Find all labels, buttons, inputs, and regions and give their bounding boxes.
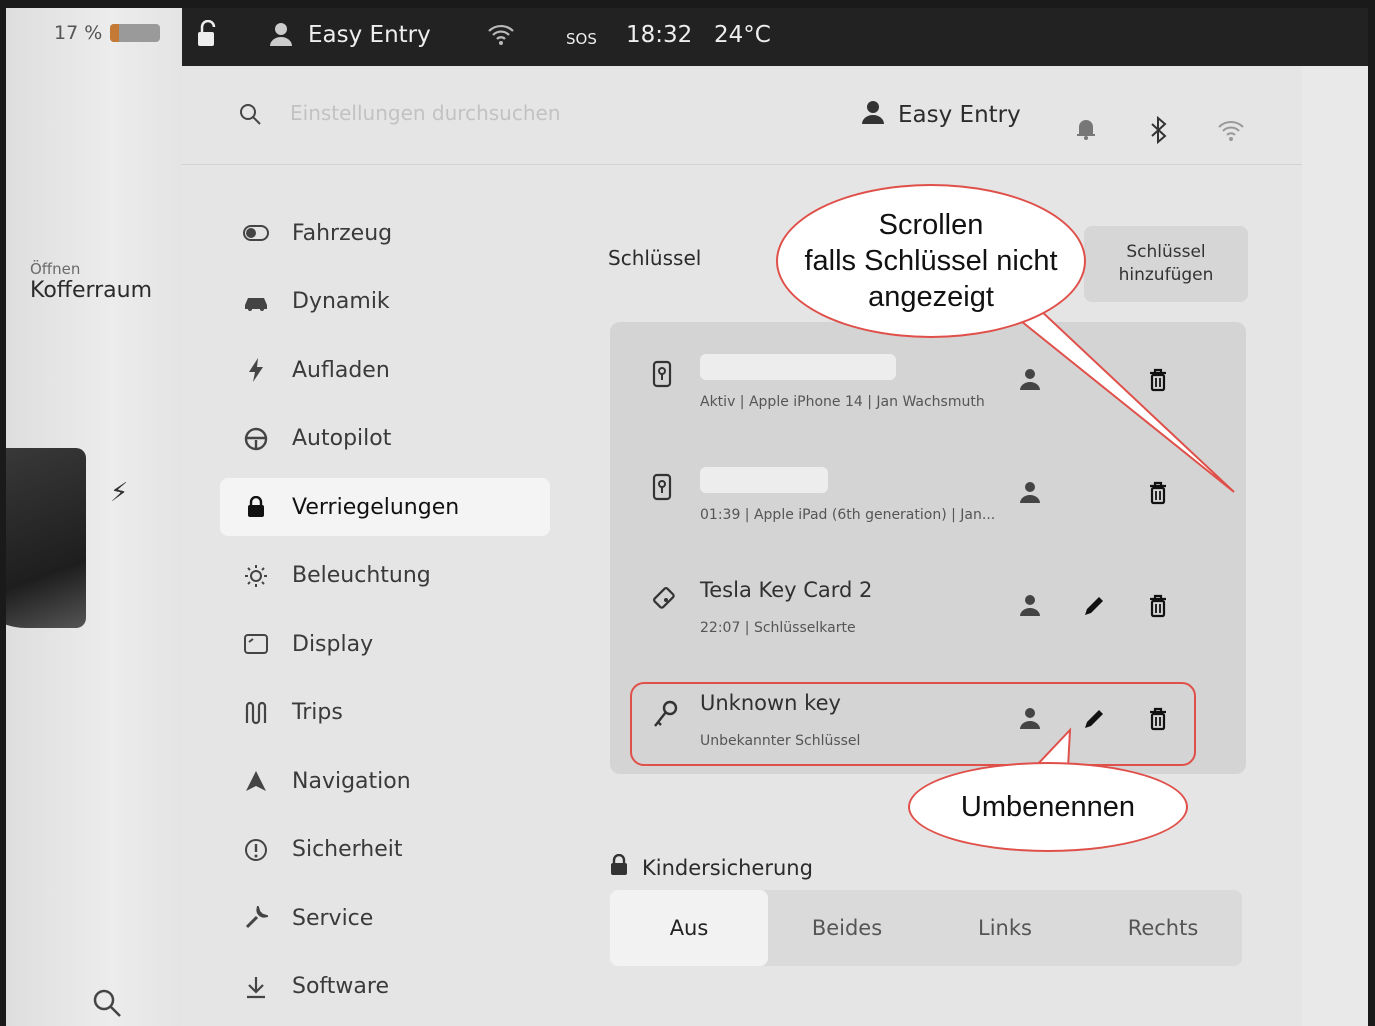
scroll-hint-line-3: angezeigt [868,281,994,313]
rename-hint-bubble: Umbenennen [908,762,1188,852]
scroll-hint-line-2: falls Schlüssel nicht [804,245,1058,277]
scroll-hint-bubble: Scrollen falls Schlüssel nicht angezeigt [776,184,1086,338]
annotation-arrows [993,277,1235,770]
rename-hint-text: Umbenennen [960,790,1136,823]
scroll-hint-line-1: Scrollen [878,209,984,241]
tesla-screen: 17 % Öffnen Kofferraum ⚡︎ Easy Entry SOS… [6,8,1368,1026]
unknown-key-highlight [630,682,1196,766]
